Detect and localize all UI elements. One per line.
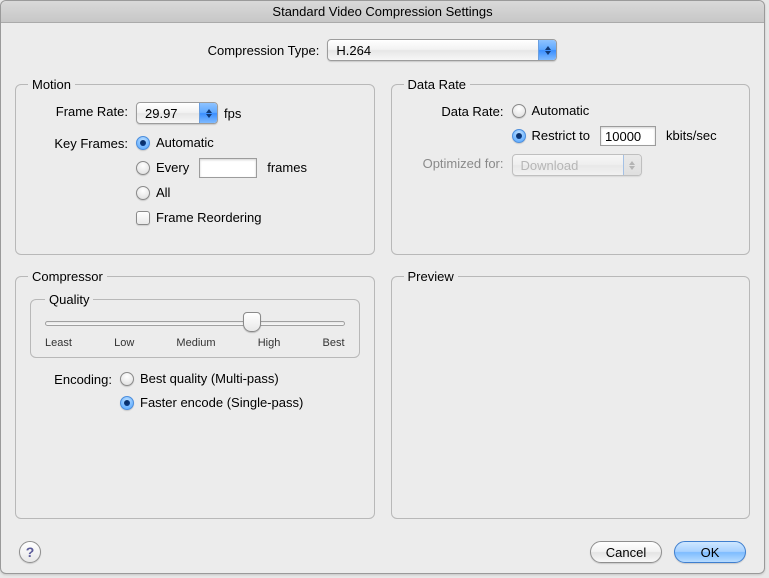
optimized-for-value: Download: [521, 158, 623, 173]
preview-legend: Preview: [404, 269, 458, 284]
frame-rate-value: 29.97: [145, 106, 199, 121]
compressor-group: Compressor Quality Least Low Medium High: [15, 269, 375, 519]
help-icon: ?: [26, 544, 35, 560]
preview-group: Preview: [391, 269, 751, 519]
quality-slider[interactable]: [45, 317, 345, 329]
window-title: Standard Video Compression Settings: [1, 1, 764, 23]
frame-reordering-checkbox[interactable]: Frame Reordering: [136, 210, 262, 225]
encoding-best-quality-radio[interactable]: Best quality (Multi-pass): [120, 370, 303, 388]
optimized-for-popup: Download: [512, 154, 642, 176]
data-rate-row: Data Rate: Automatic Restrict to kbits/s…: [404, 102, 738, 146]
frame-rate-row: Frame Rate: 29.97 fps: [28, 102, 362, 124]
tick-high: High: [258, 337, 281, 349]
data-rate-restrict-input[interactable]: [600, 126, 656, 146]
data-rate-restrict-label: Restrict to: [532, 127, 591, 145]
keyframes-automatic-label: Automatic: [156, 134, 214, 152]
keyframes-automatic-radio[interactable]: Automatic: [136, 134, 307, 152]
data-rate-label: Data Rate:: [404, 102, 504, 119]
radio-icon: [136, 161, 150, 175]
tick-least: Least: [45, 337, 72, 349]
keyframes-all-radio[interactable]: All: [136, 184, 307, 202]
radio-icon: [136, 186, 150, 200]
checkbox-icon: [136, 211, 150, 225]
frame-rate-popup[interactable]: 29.97: [136, 102, 218, 124]
radio-icon: [512, 129, 526, 143]
radio-icon: [512, 104, 526, 118]
quality-legend: Quality: [45, 292, 93, 307]
ok-button[interactable]: OK: [674, 541, 746, 563]
compression-type-popup[interactable]: H.264: [327, 39, 557, 61]
cancel-button[interactable]: Cancel: [590, 541, 662, 563]
optimized-for-label: Optimized for:: [404, 154, 504, 171]
data-rate-restrict-unit: kbits/sec: [666, 127, 717, 145]
tick-low: Low: [114, 337, 134, 349]
updown-icon: [538, 40, 556, 60]
updown-icon: [623, 155, 641, 175]
help-button[interactable]: ?: [19, 541, 41, 563]
tick-medium: Medium: [176, 337, 215, 349]
frame-rate-label: Frame Rate:: [28, 102, 128, 119]
frame-rate-unit: fps: [224, 106, 241, 121]
optimized-for-row: Optimized for: Download: [404, 154, 738, 176]
left-column: Motion Frame Rate: 29.97 fps Key Frame: [15, 77, 375, 519]
key-frames-row: Key Frames: Automatic Every frames: [28, 134, 362, 202]
compression-type-label: Compression Type:: [208, 43, 320, 58]
quality-box: Quality Least Low Medium High Best: [30, 292, 360, 358]
encoding-row: Encoding: Best quality (Multi-pass) Fast…: [28, 370, 362, 412]
quality-ticks: Least Low Medium High Best: [45, 337, 345, 349]
slider-thumb[interactable]: [243, 312, 261, 332]
compressor-legend: Compressor: [28, 269, 107, 284]
frame-reordering-label: Frame Reordering: [156, 210, 262, 225]
tick-best: Best: [322, 337, 344, 349]
radio-icon: [136, 136, 150, 150]
radio-icon: [120, 396, 134, 410]
data-rate-group: Data Rate Data Rate: Automatic Restrict …: [391, 77, 751, 255]
compression-type-value: H.264: [336, 43, 538, 58]
encoding-label: Encoding:: [28, 370, 112, 387]
updown-icon: [199, 103, 217, 123]
compression-type-row: Compression Type: H.264: [15, 39, 750, 61]
keyframes-every-unit: frames: [267, 159, 307, 177]
slider-track: [45, 321, 345, 326]
key-frames-label: Key Frames:: [28, 134, 128, 151]
encoding-faster-encode-radio[interactable]: Faster encode (Single-pass): [120, 394, 303, 412]
frame-reordering-row: Frame Reordering: [28, 210, 362, 225]
keyframes-every-label: Every: [156, 159, 189, 177]
footer: ? Cancel OK: [1, 541, 764, 563]
motion-group: Motion Frame Rate: 29.97 fps Key Frame: [15, 77, 375, 255]
encoding-best-quality-label: Best quality (Multi-pass): [140, 370, 279, 388]
keyframes-all-label: All: [156, 184, 170, 202]
data-rate-restrict-radio[interactable]: Restrict to kbits/sec: [512, 126, 717, 146]
motion-legend: Motion: [28, 77, 75, 92]
radio-icon: [120, 372, 134, 386]
content-area: Compression Type: H.264 Motion Frame Rat…: [1, 23, 764, 519]
keyframes-every-input[interactable]: [199, 158, 257, 178]
encoding-faster-encode-label: Faster encode (Single-pass): [140, 394, 303, 412]
data-rate-automatic-label: Automatic: [532, 102, 590, 120]
data-rate-automatic-radio[interactable]: Automatic: [512, 102, 717, 120]
keyframes-every-radio[interactable]: Every frames: [136, 158, 307, 178]
right-column: Data Rate Data Rate: Automatic Restrict …: [391, 77, 751, 519]
dialog-window: Standard Video Compression Settings Comp…: [0, 0, 765, 574]
data-rate-legend: Data Rate: [404, 77, 471, 92]
